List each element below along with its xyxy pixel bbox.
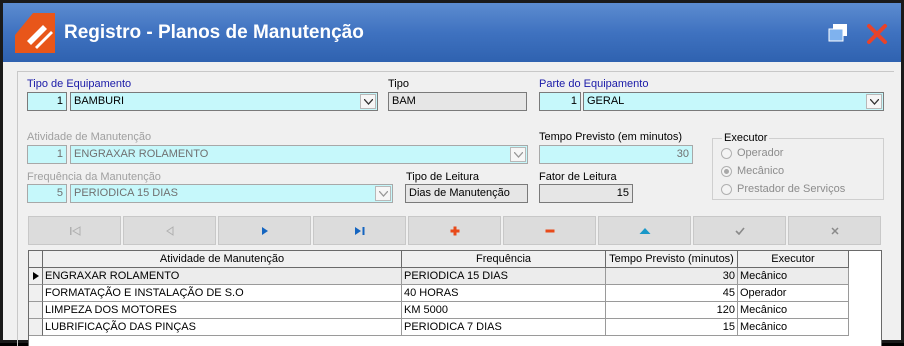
row-indicator — [29, 285, 43, 302]
grid-cell[interactable]: Mecânico — [738, 302, 849, 319]
last-record-button[interactable] — [313, 216, 406, 245]
tipo-leitura-input[interactable]: Dias de Manutenção — [405, 184, 528, 203]
minus-icon — [545, 229, 554, 232]
grid-cell[interactable]: Mecânico — [738, 268, 849, 285]
grid-cell[interactable]: ENGRAXAR ROLAMENTO — [43, 268, 402, 285]
grid-cell[interactable]: 30 — [606, 268, 738, 285]
tipo-equipamento-code-input[interactable]: 1 — [27, 92, 67, 111]
last-record-icon — [354, 226, 364, 235]
tipo-equipamento-select[interactable]: BAMBURI — [70, 92, 378, 111]
next-record-icon — [261, 226, 268, 235]
parte-equipamento-value: GERAL — [587, 95, 625, 107]
cancel-record-button[interactable] — [788, 216, 881, 245]
grid-indicator-header — [29, 251, 43, 268]
executor-option-label: Mecânico — [737, 165, 785, 177]
atividade-code-input[interactable]: 1 — [27, 145, 67, 164]
next-record-button[interactable] — [218, 216, 311, 245]
grid-cell[interactable]: LUBRIFICAÇÃO DAS PINÇAS — [43, 319, 402, 336]
tipo-leitura-label: Tipo de Leitura — [406, 171, 479, 183]
grid-cell[interactable]: FORMATAÇÃO E INSTALAÇÃO DE S.O — [43, 285, 402, 302]
prior-record-icon — [165, 225, 173, 236]
row-indicator — [29, 268, 43, 285]
grid-cell[interactable]: LIMPEZA DOS MOTORES — [43, 302, 402, 319]
frequencia-label: Frequência da Manutenção — [27, 171, 161, 183]
frequencia-code-input[interactable]: 5 — [27, 184, 67, 203]
atividade-select[interactable]: ENGRAXAR ROLAMENTO — [70, 145, 528, 164]
grid-cell[interactable]: 40 HORAS — [402, 285, 606, 302]
grid-cell[interactable]: KM 5000 — [402, 302, 606, 319]
grid-cell[interactable]: 120 — [606, 302, 738, 319]
tipo-input[interactable]: BAM — [388, 92, 527, 111]
parte-equipamento-label: Parte do Equipamento — [539, 78, 649, 90]
grid-column-header[interactable]: Tempo Previsto (minutos) — [606, 251, 738, 268]
atividade-label: Atividade de Manutenção — [27, 131, 152, 143]
parte-equipamento-select[interactable]: GERAL — [583, 92, 884, 111]
prior-record-button[interactable] — [123, 216, 216, 245]
first-record-button[interactable] — [28, 216, 121, 245]
grid-column-header[interactable]: Atividade de Manutenção — [43, 251, 402, 268]
grid-cell[interactable]: PERIODICA 15 DIAS — [402, 268, 606, 285]
grid-column-header[interactable]: Frequência — [402, 251, 606, 268]
close-icon — [867, 24, 887, 44]
row-indicator — [29, 302, 43, 319]
tipo-equipamento-label: Tipo de Equipamento — [27, 78, 132, 90]
parte-equipamento-code-input[interactable]: 1 — [539, 92, 581, 111]
executor-radio-mecanico[interactable] — [721, 166, 732, 177]
executor-label: Executor — [722, 132, 770, 144]
triangle-up-icon — [639, 227, 650, 234]
fator-leitura-label: Fator de Leitura — [539, 171, 617, 183]
chevron-down-icon[interactable] — [866, 94, 882, 109]
executor-radio-operador[interactable] — [721, 148, 732, 159]
insert-record-button[interactable] — [408, 216, 501, 245]
close-window-button[interactable] — [865, 22, 889, 46]
tempo-previsto-label: Tempo Previsto (em minutos) — [539, 131, 683, 143]
app-logo-icon — [13, 11, 57, 55]
grid-column-header[interactable]: Executor — [738, 251, 849, 268]
window-title: Registro - Planos de Manutenção — [64, 22, 364, 43]
x-icon — [830, 226, 839, 235]
fator-leitura-input[interactable]: 15 — [539, 184, 633, 203]
frequencia-value: PERIODICA 15 DIAS — [74, 187, 178, 199]
executor-option-label: Operador — [737, 147, 784, 159]
frequencia-select[interactable]: PERIODICA 15 DIAS — [70, 184, 393, 203]
grid-cell[interactable]: Operador — [738, 285, 849, 302]
post-record-button[interactable] — [693, 216, 786, 245]
row-pointer-icon — [33, 272, 39, 280]
chevron-down-icon[interactable] — [375, 186, 391, 201]
grid-cell[interactable]: 15 — [606, 319, 738, 336]
title-bar[interactable]: Registro - Planos de Manutenção — [3, 3, 901, 62]
row-indicator — [29, 319, 43, 336]
grid-cell[interactable]: Mecânico — [738, 319, 849, 336]
executor-option-label: Prestador de Serviços — [737, 183, 846, 195]
edit-record-button[interactable] — [598, 216, 691, 245]
grid-cell[interactable]: 45 — [606, 285, 738, 302]
restore-window-button[interactable] — [825, 21, 851, 45]
executor-radio-prestador[interactable] — [721, 184, 732, 195]
tipo-label: Tipo — [388, 78, 409, 90]
chevron-down-icon[interactable] — [510, 147, 526, 162]
application-window: Registro - Planos de Manutenção Tipo de … — [0, 0, 904, 346]
plus-icon — [450, 226, 459, 235]
tempo-previsto-input[interactable]: 30 — [539, 145, 693, 164]
delete-record-button[interactable] — [503, 216, 596, 245]
chevron-down-icon[interactable] — [360, 94, 376, 109]
check-icon — [734, 226, 745, 235]
grid-cell[interactable]: PERIODICA 7 DIAS — [402, 319, 606, 336]
first-record-icon — [69, 225, 80, 236]
tipo-equipamento-value: BAMBURI — [74, 95, 125, 107]
atividade-value: ENGRAXAR ROLAMENTO — [74, 148, 209, 160]
